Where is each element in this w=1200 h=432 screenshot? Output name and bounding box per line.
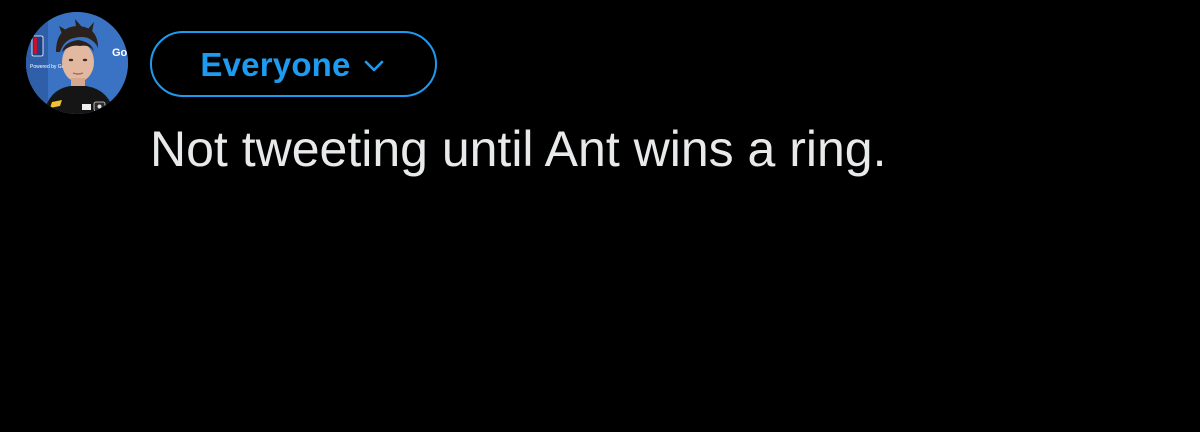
tweet-text-input[interactable]: Not tweeting until Ant wins a ring. bbox=[150, 118, 1150, 180]
audience-selector-label: Everyone bbox=[200, 45, 351, 83]
tweet-composer: Go Powered by Goo Everyone Not tweeting … bbox=[0, 0, 1200, 432]
avatar[interactable]: Go Powered by Goo bbox=[26, 12, 128, 114]
chevron-down-icon bbox=[361, 53, 387, 79]
avatar-image: Go Powered by Goo bbox=[26, 12, 128, 114]
audience-selector-button[interactable]: Everyone bbox=[150, 31, 437, 97]
avatar-caption-text: Powered by Goo bbox=[30, 64, 67, 70]
avatar-badge-text: Go bbox=[112, 47, 128, 59]
